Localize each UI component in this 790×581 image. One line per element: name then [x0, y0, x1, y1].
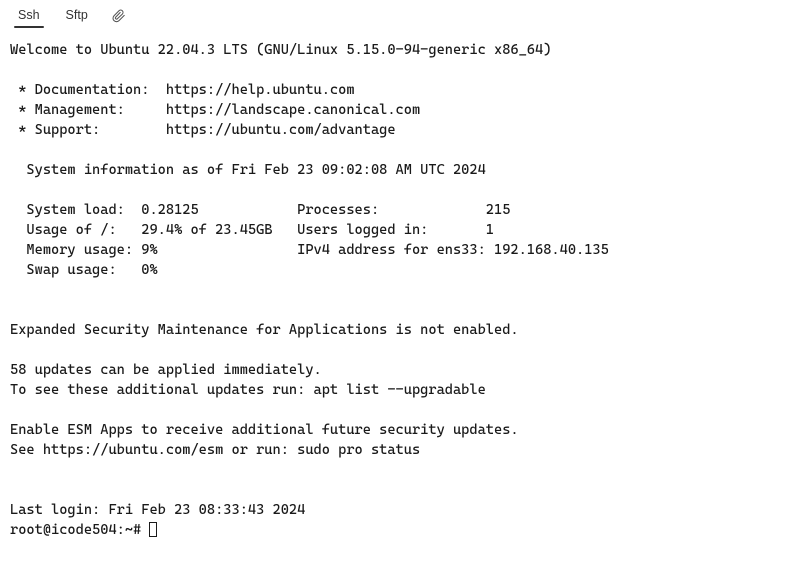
- swap-usage-value: 0%: [141, 262, 157, 278]
- welcome-banner: Welcome to Ubuntu 22.04.3 LTS (GNU/Linux…: [10, 42, 551, 58]
- processes-label: Processes:: [297, 202, 486, 218]
- terminal-output[interactable]: Welcome to Ubuntu 22.04.3 LTS (GNU/Linux…: [0, 30, 790, 550]
- ipv4-value: 192.168.40.135: [494, 242, 609, 258]
- doc-link-label: * Documentation:: [10, 82, 166, 98]
- tab-bar: Ssh Sftp: [0, 0, 790, 30]
- tab-sftp[interactable]: Sftp: [54, 4, 100, 28]
- esm-enable-line1: Enable ESM Apps to receive additional fu…: [10, 422, 519, 438]
- updates-count: 58 updates can be applied immediately.: [10, 362, 322, 378]
- swap-usage-label: Swap usage:: [10, 262, 141, 278]
- system-load-value: 0.28125: [141, 202, 198, 218]
- updates-hint: To see these additional updates run: apt…: [10, 382, 486, 398]
- support-link-url: https://ubuntu.com/advantage: [166, 122, 396, 138]
- sysinfo-header: System information as of Fri Feb 23 09:0…: [10, 162, 486, 178]
- support-link-label: * Support:: [10, 122, 166, 138]
- system-load-label: System load:: [10, 202, 141, 218]
- doc-link-url: https://help.ubuntu.com: [166, 82, 355, 98]
- memory-usage-label: Memory usage:: [10, 242, 141, 258]
- disk-usage-label: Usage of /:: [10, 222, 141, 238]
- mgmt-link-url: https://landscape.canonical.com: [166, 102, 420, 118]
- last-login: Last login: Fri Feb 23 08:33:43 2024: [10, 502, 305, 518]
- attachment-icon[interactable]: [102, 5, 136, 27]
- shell-prompt: root@icode504:~#: [10, 522, 149, 538]
- memory-usage-value: 9%: [141, 242, 157, 258]
- users-label: Users logged in:: [297, 222, 486, 238]
- tab-ssh[interactable]: Ssh: [6, 4, 52, 28]
- esm-notice: Expanded Security Maintenance for Applic…: [10, 322, 519, 338]
- processes-value: 215: [486, 202, 511, 218]
- mgmt-link-label: * Management:: [10, 102, 166, 118]
- cursor-icon: [149, 522, 157, 537]
- disk-usage-value: 29.4% of 23.45GB: [141, 222, 272, 238]
- esm-enable-line2: See https://ubuntu.com/esm or run: sudo …: [10, 442, 420, 458]
- users-value: 1: [486, 222, 494, 238]
- ipv4-label: IPv4 address for ens33:: [297, 242, 494, 258]
